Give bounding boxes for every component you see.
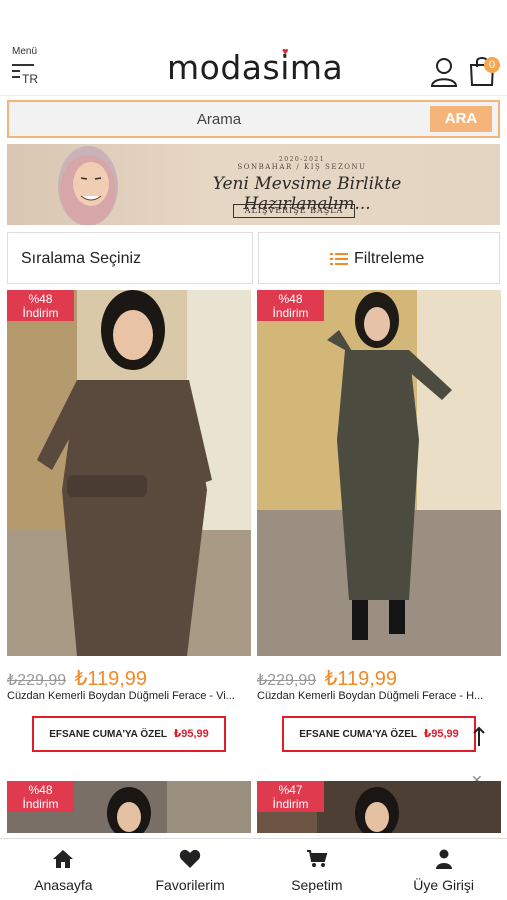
- discount-percent: %48: [28, 292, 53, 306]
- new-price: ₺119,99: [324, 668, 397, 690]
- menu-button[interactable]: Menü TR: [12, 46, 52, 86]
- product-name[interactable]: Cüzdan Kemerli Boydan Düğmeli Ferace - H…: [257, 690, 501, 702]
- logo-heart-icon: ♥: [282, 46, 289, 58]
- promo-label: EFSANE CUMA'YA ÖZEL: [299, 729, 417, 740]
- banner-season: SONBAHAR / KIŞ SEZONU: [237, 163, 367, 171]
- discount-word: İndirim: [272, 306, 309, 320]
- discount-badge: %48 İndirim: [7, 290, 74, 321]
- sort-label: Sıralama Seçiniz: [21, 250, 142, 267]
- discount-badge: %48 İndirim: [7, 781, 74, 812]
- discount-badge: %47 İndirim: [257, 781, 324, 812]
- cart-icon: [306, 850, 328, 867]
- bottom-nav: Anasayfa Favorilerim Sepetim Üye Girişi: [0, 838, 507, 900]
- promo-box: EFSANE CUMA'YA ÖZEL ₺95,99: [32, 716, 226, 752]
- cart-count-badge: 0: [484, 57, 500, 73]
- user-account-icon[interactable]: [430, 57, 458, 87]
- discount-percent: %48: [28, 783, 53, 797]
- product-card[interactable]: %48 İndirim ₺229,99 ₺119,99 Cüzdan Kemer…: [257, 290, 501, 752]
- product-card[interactable]: %47 İndirim: [257, 781, 501, 833]
- nav-home-label: Anasayfa: [34, 877, 93, 893]
- promo-price: ₺95,99: [173, 728, 209, 740]
- search-input[interactable]: [9, 102, 429, 136]
- nav-favorites-label: Favorilerim: [155, 877, 225, 893]
- discount-percent: %48: [278, 292, 303, 306]
- heart-icon: [179, 849, 201, 868]
- logo[interactable]: modasima: [167, 48, 343, 87]
- search-button[interactable]: ARA: [430, 106, 492, 132]
- language-label[interactable]: TR: [22, 72, 38, 86]
- sort-select[interactable]: Sıralama Seçiniz: [7, 232, 253, 284]
- promo-label: EFSANE CUMA'YA ÖZEL: [49, 729, 167, 740]
- menu-label: Menü: [12, 46, 38, 57]
- season-banner[interactable]: 2020-2021 SONBAHAR / KIŞ SEZONU Yeni Mev…: [7, 144, 500, 225]
- filter-button[interactable]: Filtreleme: [258, 232, 500, 284]
- filter-list-icon: [330, 252, 348, 265]
- banner-model-image: [58, 146, 118, 225]
- new-price: ₺119,99: [74, 668, 147, 690]
- product-card[interactable]: %48 İndirim ₺229,99 ₺119,99 Cüzdan Kemer…: [7, 290, 251, 752]
- nav-login[interactable]: Üye Girişi: [380, 839, 507, 900]
- nav-favorites[interactable]: Favorilerim: [127, 839, 254, 900]
- discount-badge: %48 İndirim: [257, 290, 324, 321]
- nav-cart[interactable]: Sepetim: [254, 839, 381, 900]
- price-row: ₺229,99 ₺119,99: [257, 666, 501, 690]
- page: Menü TR modasima ♥ 0 ARA: [0, 0, 507, 900]
- promo-box: EFSANE CUMA'YA ÖZEL ₺95,99: [282, 716, 476, 752]
- banner-cta-button[interactable]: ALIŞVERİŞE BAŞLA: [233, 204, 355, 218]
- product-card[interactable]: %48 İndirim: [7, 781, 251, 833]
- nav-home[interactable]: Anasayfa: [0, 839, 127, 900]
- discount-word: İndirim: [272, 797, 309, 811]
- filter-label: Filtreleme: [354, 250, 425, 267]
- promo-price: ₺95,99: [423, 728, 459, 740]
- search-bar: ARA: [7, 100, 500, 138]
- discount-word: İndirim: [22, 797, 59, 811]
- nav-cart-label: Sepetim: [291, 877, 343, 893]
- product-name[interactable]: Cüzdan Kemerli Boydan Düğmeli Ferace - V…: [7, 690, 251, 702]
- product-image[interactable]: %48 İndirim: [7, 290, 251, 656]
- old-price: ₺229,99: [7, 672, 67, 689]
- discount-word: İndirim: [22, 306, 59, 320]
- old-price: ₺229,99: [257, 672, 317, 689]
- discount-percent: %47: [278, 783, 303, 797]
- product-image[interactable]: %48 İndirim: [257, 290, 501, 656]
- scroll-to-top-icon[interactable]: [472, 726, 486, 748]
- nav-login-label: Üye Girişi: [413, 877, 474, 893]
- banner-year: 2020-2021: [278, 156, 326, 163]
- home-icon: [53, 850, 74, 868]
- price-row: ₺229,99 ₺119,99: [7, 666, 251, 690]
- user-icon: [435, 849, 452, 869]
- header: Menü TR modasima ♥ 0: [0, 0, 507, 96]
